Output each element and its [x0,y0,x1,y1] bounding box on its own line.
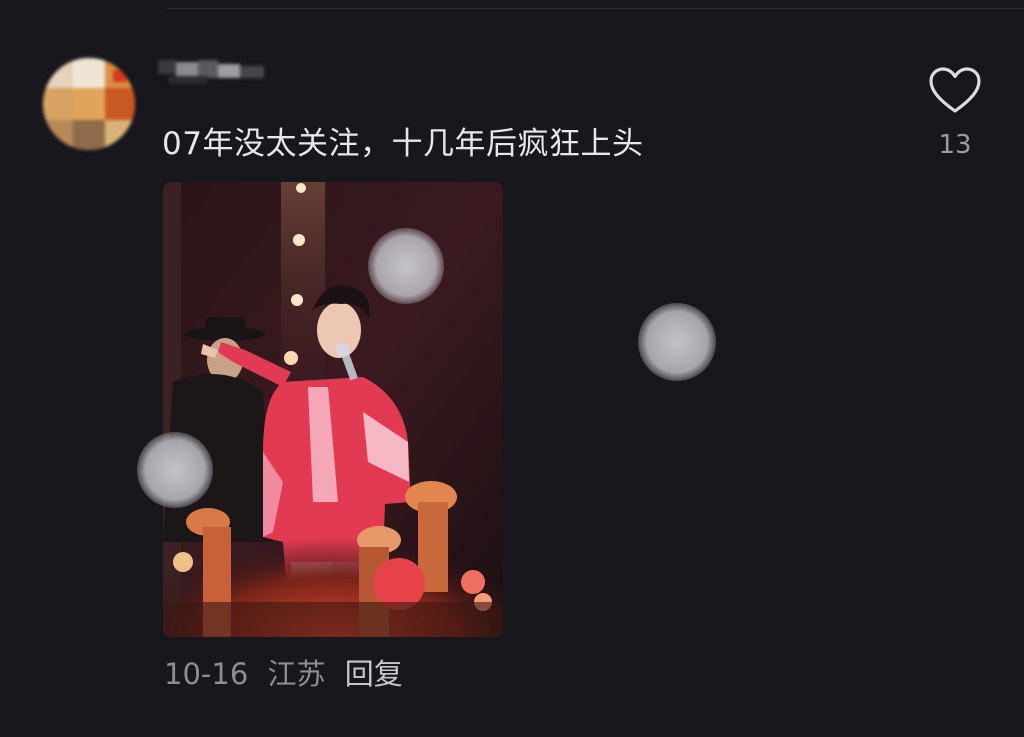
like-count: 13 [938,130,972,160]
reply-button[interactable]: 回复 [345,657,403,691]
comment-location: 江苏 [267,657,326,691]
like-group: 13 [926,66,984,160]
avatar[interactable] [43,58,135,150]
avatar-pixelated-image [43,58,135,150]
bokeh-light [638,303,716,381]
concert-photo-illustration [163,182,503,637]
username-pixelated [158,60,264,84]
comment-photo[interactable] [163,182,503,637]
comment-page: 07年没太关注，十几年后疯狂上头 13 10-16 江苏 回复 [0,0,1024,737]
bokeh-light [368,228,444,304]
comment-text: 07年没太关注，十几年后疯狂上头 [162,126,644,162]
heart-outline-icon[interactable] [928,66,982,116]
bokeh-light [137,432,213,508]
username-blurred[interactable] [158,58,266,90]
comment-meta: 10-16 江苏 回复 [164,652,413,696]
comment-date: 10-16 [164,657,249,691]
divider [166,8,1024,9]
